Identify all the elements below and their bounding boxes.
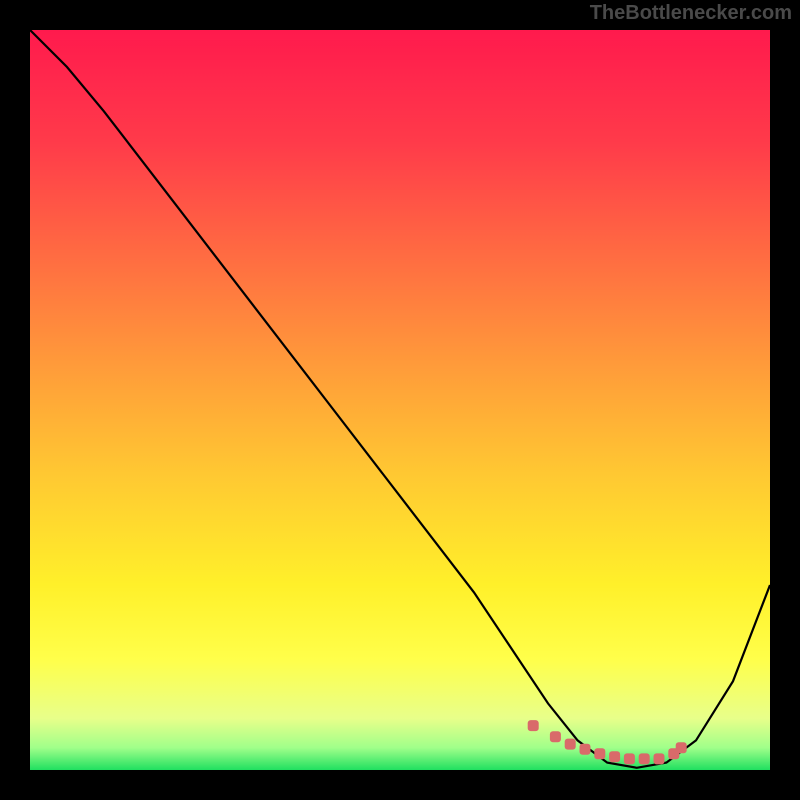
marker-point: [594, 748, 605, 759]
gradient-background: [30, 30, 770, 770]
marker-point: [654, 753, 665, 764]
watermark-text: TheBottlenecker.com: [590, 2, 792, 25]
marker-point: [550, 731, 561, 742]
chart-svg: [30, 30, 770, 770]
marker-point: [639, 753, 650, 764]
marker-point: [580, 744, 591, 755]
marker-point: [528, 720, 539, 731]
marker-point: [624, 753, 635, 764]
marker-point: [609, 751, 620, 762]
marker-point: [565, 739, 576, 750]
marker-point: [676, 742, 687, 753]
chart-container: [30, 30, 770, 770]
